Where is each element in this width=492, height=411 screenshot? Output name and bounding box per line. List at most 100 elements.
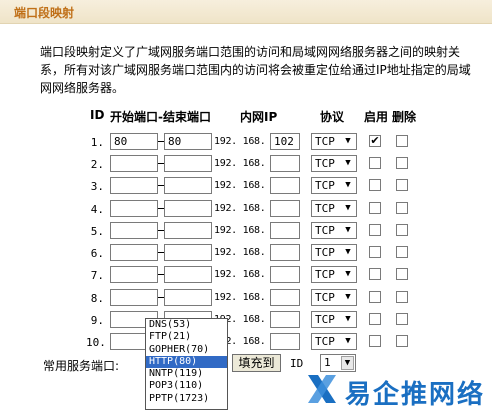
- ip-last-octet-input[interactable]: [270, 177, 300, 194]
- end-port-input[interactable]: [164, 266, 212, 283]
- enable-checkbox[interactable]: [369, 179, 381, 191]
- start-port-input[interactable]: [110, 289, 158, 306]
- ip-last-octet-input[interactable]: [270, 155, 300, 172]
- protocol-select[interactable]: TCP ▼: [311, 177, 357, 194]
- dropdown-option[interactable]: DNS(53): [146, 319, 227, 331]
- delete-checkbox[interactable]: [396, 335, 408, 347]
- protocol-select[interactable]: TCP ▼: [311, 311, 357, 328]
- end-port-input[interactable]: [164, 289, 212, 306]
- protocol-select[interactable]: TCP ▼: [311, 133, 357, 150]
- protocol-value: TCP: [315, 179, 335, 192]
- ip-last-octet-input[interactable]: [270, 222, 300, 239]
- enable-checkbox[interactable]: [369, 291, 381, 303]
- end-port-input[interactable]: 80: [164, 133, 212, 150]
- protocol-select[interactable]: TCP ▼: [311, 155, 357, 172]
- delete-checkbox[interactable]: [396, 179, 408, 191]
- protocol-value: TCP: [315, 335, 335, 348]
- chevron-down-icon: ▼: [345, 292, 351, 302]
- header-port-range: 开始端口-结束端口: [110, 110, 211, 124]
- dropdown-option[interactable]: POP3(110): [146, 380, 227, 392]
- end-port-input[interactable]: [164, 244, 212, 261]
- table-row: 8. 192. 168. 0. TCP ▼: [0, 289, 492, 311]
- enable-checkbox[interactable]: [369, 224, 381, 236]
- delete-checkbox[interactable]: [396, 202, 408, 214]
- chevron-down-icon: ▼: [345, 158, 351, 168]
- enable-checkbox[interactable]: [369, 313, 381, 325]
- ip-last-octet-input[interactable]: [270, 266, 300, 283]
- delete-checkbox[interactable]: [396, 313, 408, 325]
- protocol-select[interactable]: TCP ▼: [311, 266, 357, 283]
- chevron-down-icon: ▼: [345, 336, 351, 346]
- delete-checkbox[interactable]: [396, 246, 408, 258]
- ip-last-octet-input[interactable]: 102: [270, 133, 300, 150]
- enable-checkbox[interactable]: [369, 335, 381, 347]
- protocol-select[interactable]: TCP ▼: [311, 222, 357, 239]
- chevron-down-icon: ▼: [345, 247, 351, 257]
- fill-to-button[interactable]: 填充到: [232, 354, 281, 372]
- delete-checkbox[interactable]: [396, 157, 408, 169]
- service-dropdown-list[interactable]: DNS(53) FTP(21) GOPHER(70) HTTP(80) NNTP…: [145, 318, 228, 410]
- delete-checkbox[interactable]: [396, 291, 408, 303]
- enable-checkbox[interactable]: ✔: [369, 135, 381, 147]
- chevron-down-icon: ▼: [345, 180, 351, 190]
- x-logo-icon: [308, 375, 336, 403]
- ip-last-octet-input[interactable]: [270, 289, 300, 306]
- start-port-input[interactable]: [110, 155, 158, 172]
- row-id: 5.: [90, 225, 104, 238]
- protocol-select[interactable]: TCP ▼: [311, 200, 357, 217]
- protocol-value: TCP: [315, 224, 335, 237]
- start-port-input[interactable]: 80: [110, 133, 158, 150]
- protocol-value: TCP: [315, 268, 335, 281]
- start-port-input[interactable]: [110, 177, 158, 194]
- chevron-down-icon: ▼: [345, 225, 351, 235]
- dropdown-option[interactable]: FTP(21): [146, 331, 227, 343]
- table-row: 6. 192. 168. 0. TCP ▼: [0, 244, 492, 266]
- start-port-input[interactable]: [110, 200, 158, 217]
- enable-checkbox[interactable]: [369, 268, 381, 280]
- protocol-select[interactable]: TCP ▼: [311, 289, 357, 306]
- row-id: 7.: [90, 269, 104, 282]
- row-id: 6.: [90, 247, 104, 260]
- dropdown-option-selected[interactable]: HTTP(80): [146, 355, 227, 369]
- ip-last-octet-input[interactable]: [270, 311, 300, 328]
- watermark-text: 易企推网络: [345, 380, 486, 410]
- table-row: 2. 192. 168. 0. TCP ▼: [0, 155, 492, 177]
- dropdown-option[interactable]: GOPHER(70): [146, 344, 227, 356]
- ip-last-octet-input[interactable]: [270, 244, 300, 261]
- delete-checkbox[interactable]: [396, 268, 408, 280]
- description-text: 端口段映射定义了广域网服务端口范围的访问和局域网网络服务器之间的映射关系，所有对…: [40, 45, 471, 95]
- enable-checkbox[interactable]: [369, 202, 381, 214]
- delete-checkbox[interactable]: [396, 135, 408, 147]
- protocol-value: TCP: [315, 246, 335, 259]
- header-delete: 删除: [392, 110, 417, 124]
- common-service-label: 常用服务端口:: [43, 359, 120, 373]
- table-row: 5. 192. 168. 0. TCP ▼: [0, 222, 492, 244]
- protocol-select[interactable]: TCP ▼: [311, 333, 357, 350]
- end-port-input[interactable]: [164, 177, 212, 194]
- ip-last-octet-input[interactable]: [270, 333, 300, 350]
- row-id: 3.: [90, 180, 104, 193]
- row-id: 8.: [90, 292, 104, 305]
- protocol-select[interactable]: TCP ▼: [311, 244, 357, 261]
- header-lan-ip: 内网IP: [240, 110, 278, 124]
- table-row: 9. 192. 168. 0. TCP ▼: [0, 311, 492, 333]
- end-port-input[interactable]: [164, 155, 212, 172]
- enable-checkbox[interactable]: [369, 246, 381, 258]
- start-port-input[interactable]: [110, 222, 158, 239]
- table-row: 7. 192. 168. 0. TCP ▼: [0, 266, 492, 288]
- end-port-input[interactable]: [164, 200, 212, 217]
- protocol-value: TCP: [315, 157, 335, 170]
- start-port-input[interactable]: [110, 244, 158, 261]
- row-id: 2.: [90, 158, 104, 171]
- chevron-down-icon: ▼: [345, 203, 351, 213]
- delete-checkbox[interactable]: [396, 224, 408, 236]
- header-protocol: 协议: [320, 110, 345, 124]
- enable-checkbox[interactable]: [369, 157, 381, 169]
- dropdown-option[interactable]: PPTP(1723): [146, 393, 227, 405]
- chevron-down-icon: ▼: [345, 136, 351, 146]
- end-port-input[interactable]: [164, 222, 212, 239]
- dropdown-option[interactable]: NNTP(119): [146, 368, 227, 380]
- start-port-input[interactable]: [110, 266, 158, 283]
- ip-last-octet-input[interactable]: [270, 200, 300, 217]
- row-id: 1.: [90, 136, 104, 149]
